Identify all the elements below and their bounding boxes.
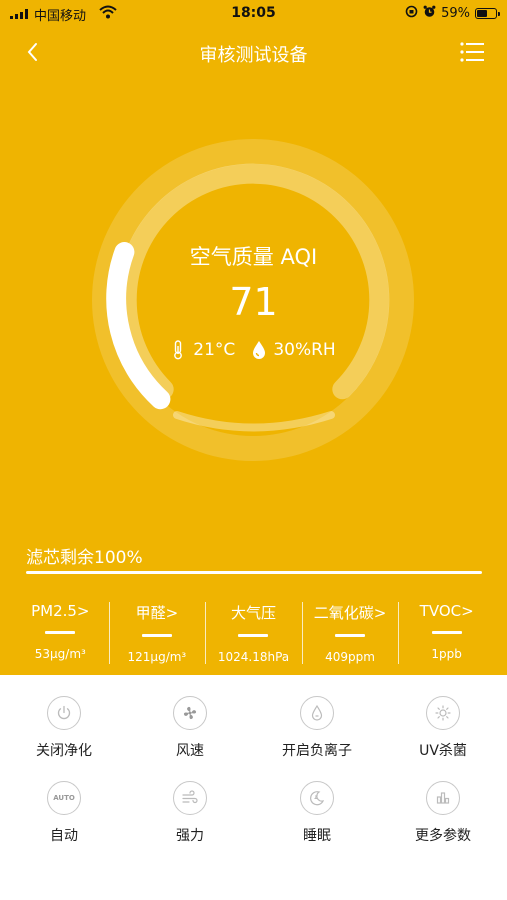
auto-mode-button[interactable]: AUTO 自动	[9, 781, 119, 845]
filter-remaining-label: 滤芯剩余100%	[26, 548, 143, 568]
more-params-button[interactable]: 更多参数	[388, 781, 498, 845]
header-panel: 中国移动 18:05 59% 审核测试设备 空气质量 AQI 71 21°C 3…	[0, 0, 507, 675]
purify-off-button[interactable]: 关闭净化	[9, 696, 119, 760]
control-label: 强力	[176, 828, 204, 844]
param-name: TVOC>	[419, 602, 474, 620]
control-label: UV杀菌	[419, 743, 467, 759]
fan-icon	[173, 696, 207, 730]
control-label: 睡眠	[303, 828, 331, 844]
uv-sterilize-button[interactable]: UV杀菌	[388, 696, 498, 760]
moon-icon	[300, 781, 334, 815]
fan-speed-button[interactable]: 风速	[135, 696, 245, 760]
control-label: 开启负离子	[282, 743, 352, 759]
air-params: PM2.5> 53μg/m³ 甲醛> 121μg/m³ 大气压 1024.18h…	[12, 598, 495, 668]
param-name: 大气压	[230, 604, 276, 622]
param-value: 1024.18hPa	[217, 650, 290, 664]
aqi-label: 空气质量 AQI	[189, 245, 318, 269]
humidity-drop-icon	[251, 340, 269, 360]
param-value: 53μg/m³	[34, 647, 86, 661]
turbo-mode-button[interactable]: 强力	[135, 781, 245, 845]
param-formaldehyde[interactable]: 甲醛> 121μg/m³	[108, 598, 206, 668]
temperature-value: 21°C	[193, 340, 236, 360]
aqi-value: 71	[229, 280, 278, 324]
auto-icon: AUTO	[47, 781, 81, 815]
anion-on-button[interactable]: 开启负离子	[262, 696, 372, 760]
control-label: 自动	[50, 828, 78, 844]
thermometer-icon	[171, 340, 189, 360]
auto-badge: AUTO	[53, 794, 75, 802]
status-bar: 中国移动 18:05 59%	[0, 0, 507, 28]
control-label: 风速	[176, 743, 204, 759]
param-pm25[interactable]: PM2.5> 53μg/m³	[12, 598, 109, 668]
battery-percent: 59%	[441, 6, 470, 21]
menu-button[interactable]	[459, 38, 487, 66]
param-value: 409ppm	[325, 650, 375, 664]
filter-progress-bar	[26, 571, 482, 574]
control-panel: 关闭净化 风速 开启负离子 UV杀菌 AUTO 自动 强力 睡眠 更多参数	[0, 675, 507, 900]
bar-chart-icon	[426, 781, 460, 815]
humidity-value: 30%RH	[273, 340, 336, 360]
param-name: 二氧化碳>	[313, 604, 387, 622]
uv-sun-icon	[426, 696, 460, 730]
wind-icon	[173, 781, 207, 815]
param-name: PM2.5>	[31, 602, 90, 620]
ion-drop-icon	[300, 696, 334, 730]
param-tvoc[interactable]: TVOC> 1ppb	[398, 598, 495, 668]
rotation-lock-icon	[405, 5, 418, 22]
list-menu-icon	[460, 42, 484, 62]
param-value: 1ppb	[431, 647, 462, 661]
battery-icon	[475, 8, 500, 19]
alarm-icon	[423, 5, 436, 22]
param-pressure: 大气压 1024.18hPa	[205, 598, 302, 668]
control-label: 更多参数	[415, 828, 471, 844]
param-value: 121μg/m³	[127, 650, 187, 664]
param-co2[interactable]: 二氧化碳> 409ppm	[301, 598, 399, 668]
sleep-mode-button[interactable]: 睡眠	[262, 781, 372, 845]
page-title: 审核测试设备	[199, 45, 308, 66]
climate-readout: 21°C 30%RH	[0, 340, 507, 360]
power-icon	[47, 696, 81, 730]
param-name: 甲醛>	[135, 604, 179, 622]
control-label: 关闭净化	[36, 743, 92, 759]
